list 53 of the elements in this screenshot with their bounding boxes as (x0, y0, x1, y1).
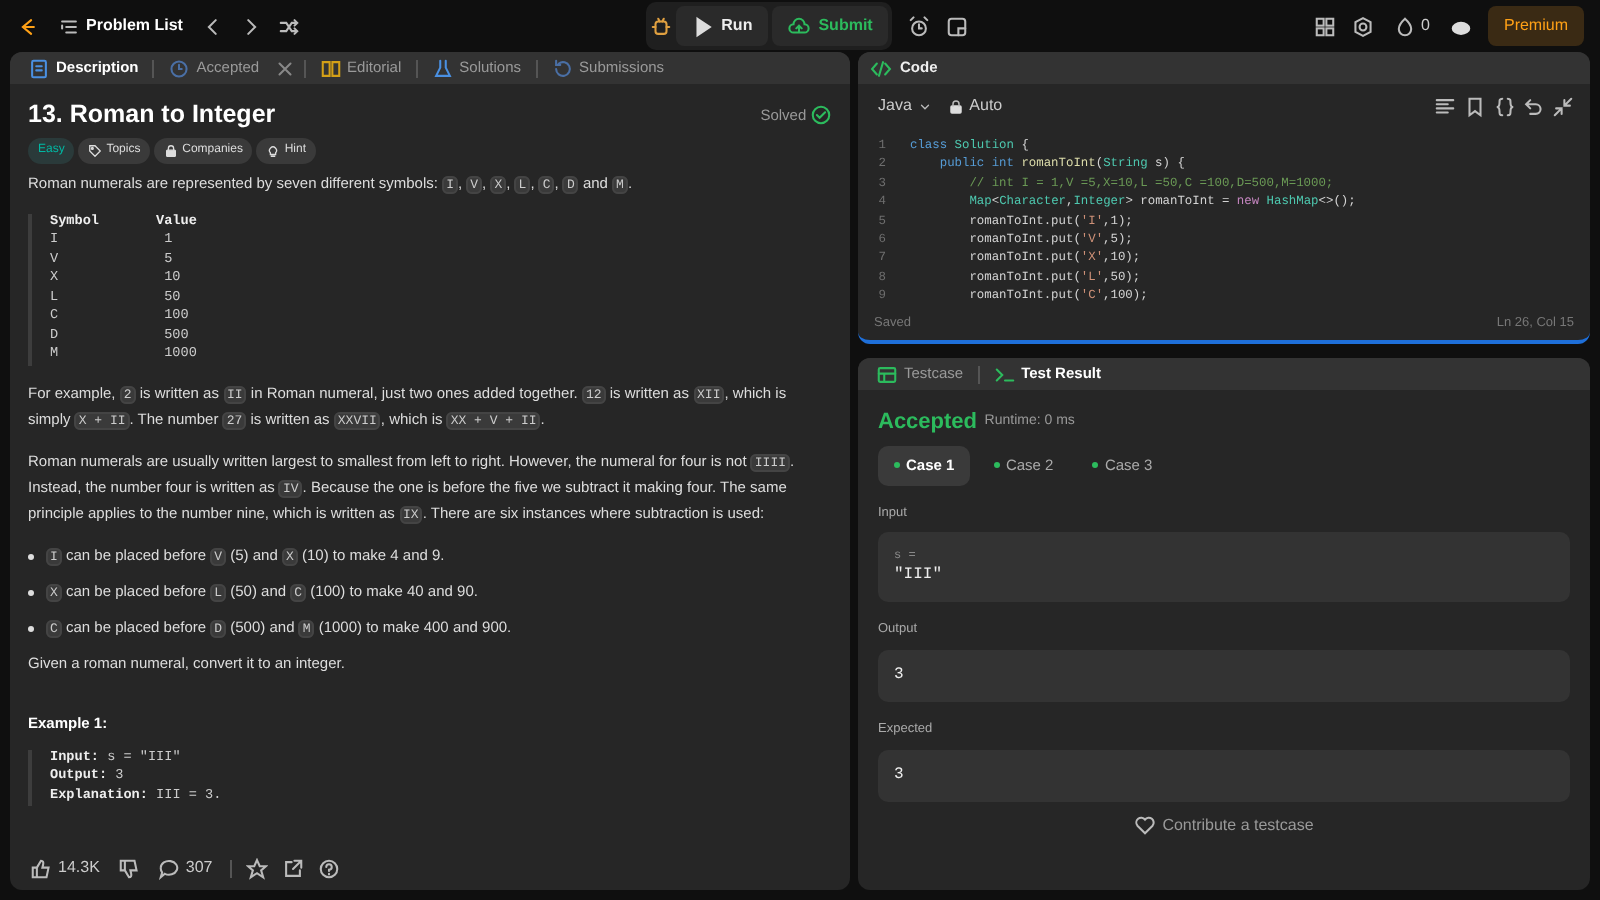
code-icon (870, 57, 892, 79)
thumbs-down-icon[interactable] (117, 857, 140, 879)
heart-icon (1134, 814, 1157, 836)
alarm-clock-icon[interactable] (908, 15, 931, 37)
star-icon[interactable] (246, 857, 269, 879)
bullet-icon (28, 625, 34, 631)
cloud-upload-icon (788, 15, 811, 37)
run-button[interactable]: Run (675, 6, 769, 46)
flask-icon (431, 57, 454, 79)
book-icon (319, 57, 342, 79)
list-icon (58, 15, 80, 37)
problem-list-button[interactable]: Problem List (54, 10, 187, 42)
thumbs-up-icon (30, 857, 52, 879)
lightbulb-icon (266, 143, 281, 158)
bullet-icon (28, 553, 34, 559)
collapse-icon[interactable] (1552, 95, 1574, 117)
submit-button[interactable]: Submit (772, 6, 889, 46)
bookmark-icon[interactable] (1463, 95, 1486, 117)
braces-icon[interactable] (1493, 95, 1515, 117)
premium-button[interactable]: Premium (1487, 6, 1584, 46)
terminal-icon (993, 363, 1016, 385)
contribute-testcase-link[interactable]: Contribute a testcase (1130, 809, 1318, 841)
undo-icon[interactable] (1522, 95, 1545, 117)
comments-button[interactable]: 307 (153, 852, 217, 884)
clock-icon (168, 57, 191, 79)
help-icon[interactable] (318, 857, 341, 879)
output-value: 3 (878, 650, 1570, 702)
tag-icon (88, 143, 103, 158)
history-icon (551, 57, 574, 79)
auto-mode-button[interactable]: Auto (943, 90, 1007, 122)
bug-icon[interactable] (649, 15, 672, 37)
note-icon[interactable] (946, 15, 969, 37)
lock-icon (164, 143, 179, 158)
problem-title: 13. Roman to Integer (28, 100, 276, 130)
settings-icon[interactable] (1351, 15, 1374, 37)
check-circle-icon (810, 104, 832, 126)
expected-value: 3 (878, 749, 1570, 802)
close-icon[interactable] (273, 57, 296, 79)
comment-icon (157, 857, 180, 879)
document-icon (28, 57, 50, 79)
lock-icon (947, 95, 964, 117)
format-icon[interactable] (1434, 95, 1456, 117)
like-button[interactable]: 14.3K (26, 852, 104, 884)
share-icon[interactable] (282, 857, 305, 879)
streak-counter[interactable]: 0 (1389, 10, 1434, 42)
play-icon (691, 15, 714, 37)
grid-icon[interactable] (1313, 15, 1336, 37)
bullet-icon (28, 589, 34, 595)
table-icon (876, 363, 898, 385)
shuffle-icon[interactable] (278, 15, 301, 37)
input-value: "III" (894, 564, 945, 589)
language-dropdown[interactable]: Java (874, 90, 936, 122)
verdict: Accepted (878, 408, 978, 438)
